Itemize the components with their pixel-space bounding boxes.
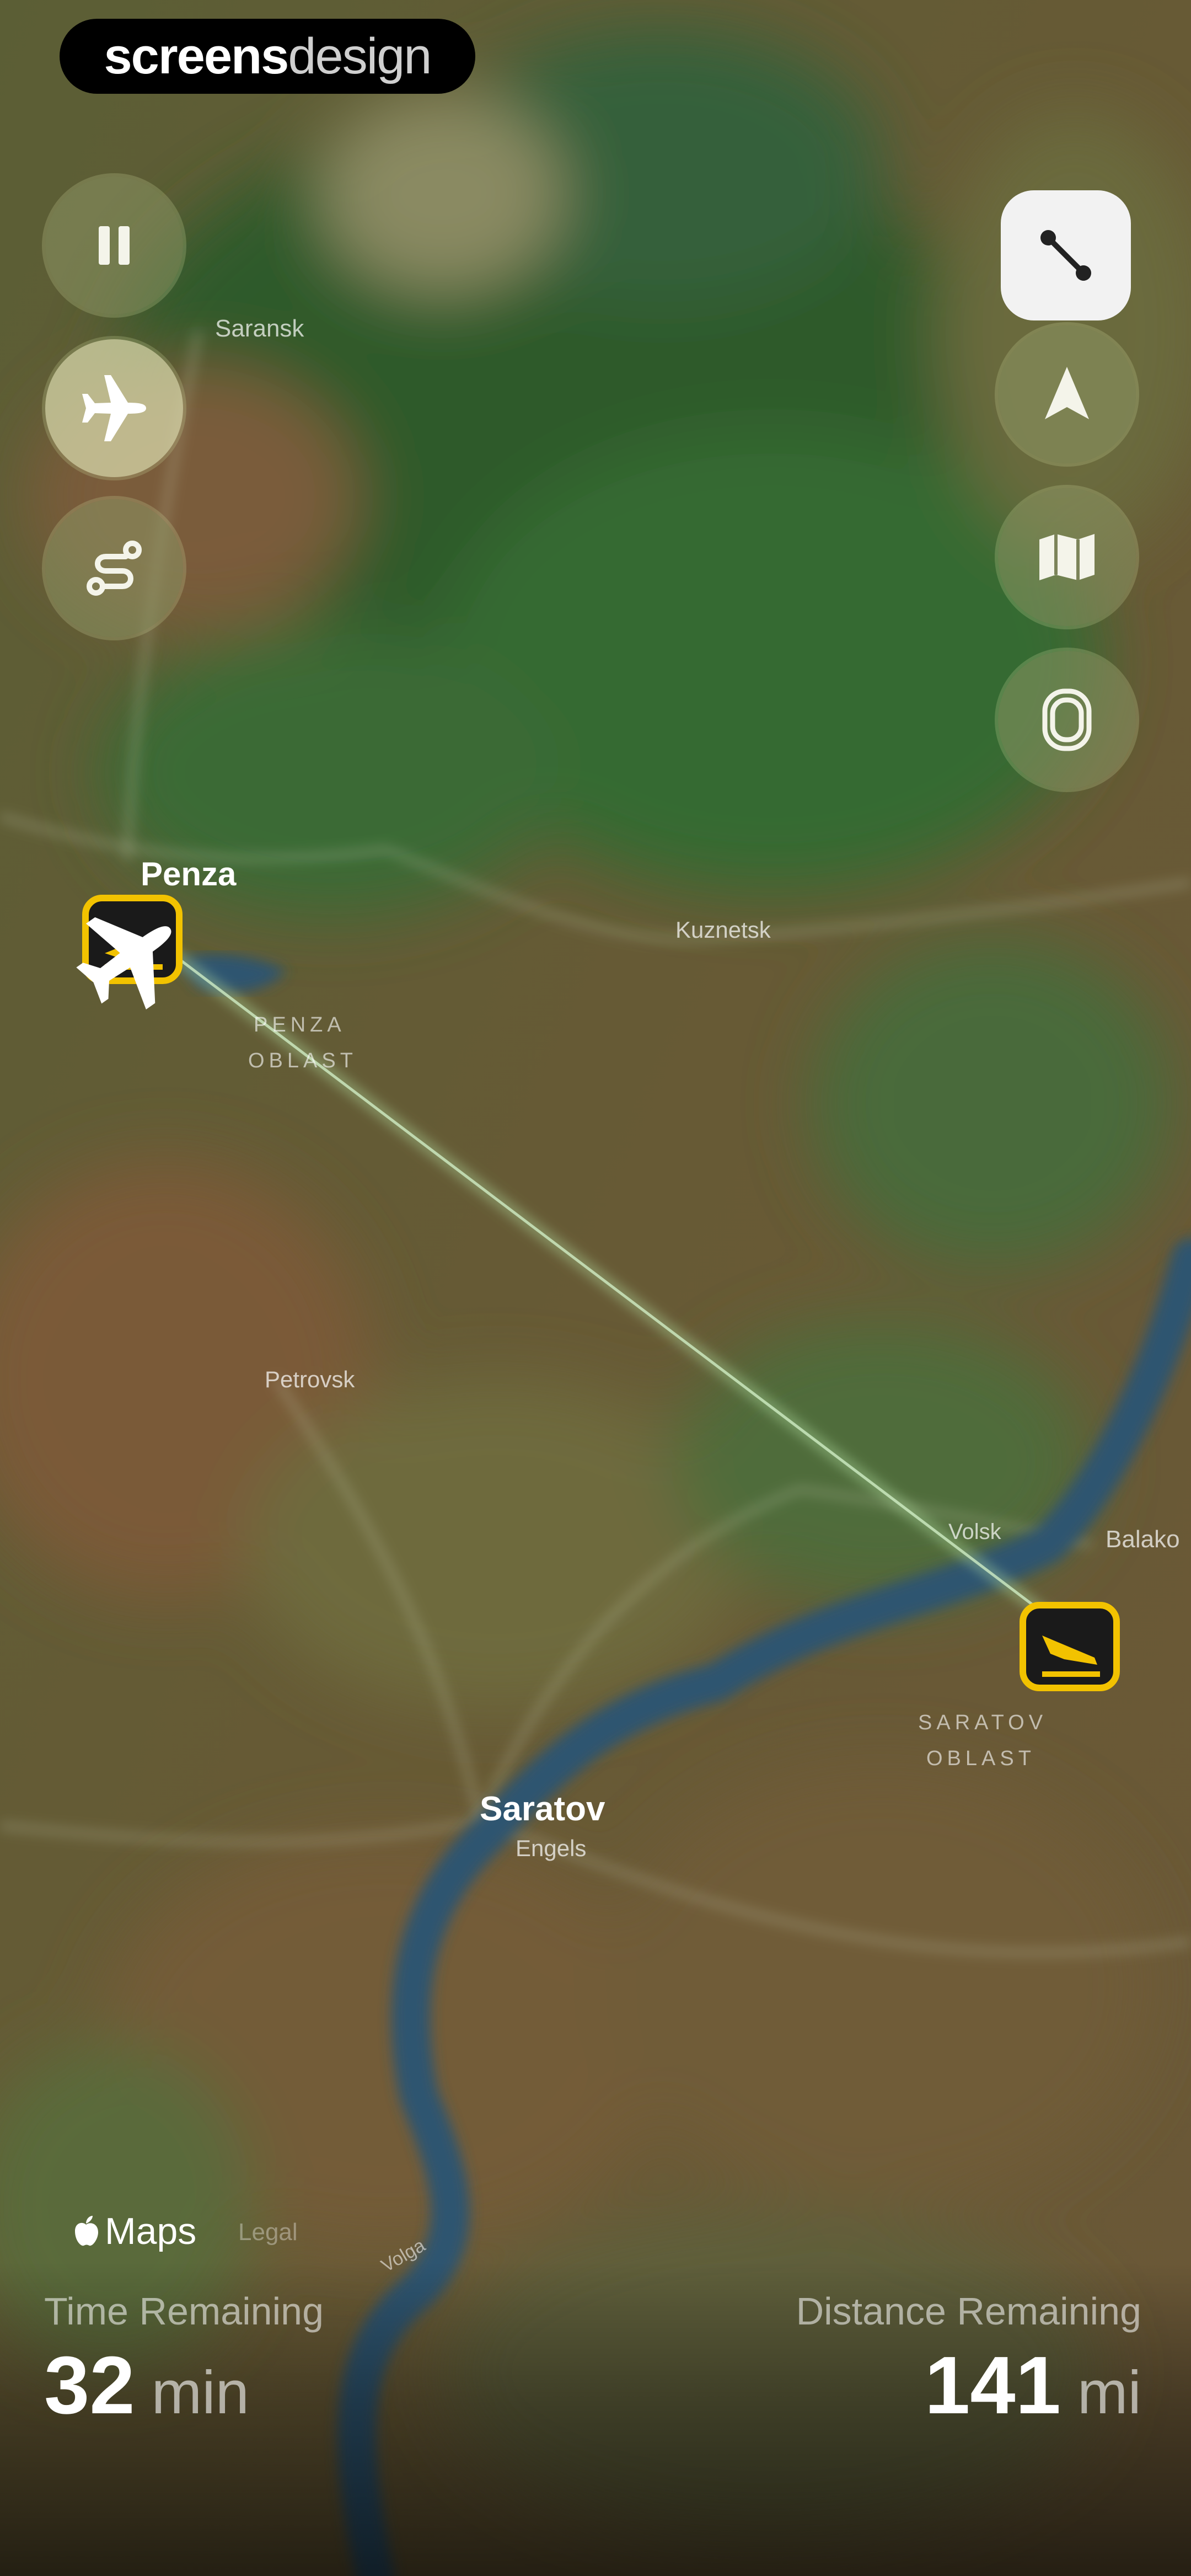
time-remaining-value: 32 bbox=[44, 2340, 135, 2431]
apple-logo-icon bbox=[75, 2216, 98, 2246]
pause-button[interactable] bbox=[45, 177, 183, 314]
distance-remaining-block: Distance Remaining 141 mi bbox=[796, 2289, 1141, 2433]
time-remaining-block: Time Remaining 32 min bbox=[44, 2289, 324, 2433]
pause-icon bbox=[99, 226, 130, 265]
region-saratov-line2: OBLAST bbox=[926, 1747, 1036, 1770]
city-saratov: Saratov bbox=[480, 1790, 605, 1828]
brand-part2: design bbox=[288, 28, 432, 84]
maps-attribution[interactable]: Maps bbox=[72, 2210, 196, 2253]
recenter-button[interactable] bbox=[998, 325, 1136, 463]
city-balako: Balako bbox=[1106, 1526, 1180, 1553]
map-icon bbox=[1039, 534, 1095, 580]
airplane-window-icon bbox=[1042, 688, 1092, 751]
window-view-button[interactable] bbox=[998, 651, 1136, 789]
region-saratov-line1: SARATOV bbox=[918, 1711, 1047, 1734]
city-engels: Engels bbox=[516, 1835, 586, 1861]
flight-path-icon bbox=[1040, 230, 1091, 281]
route-icon bbox=[87, 541, 142, 596]
watermark-badge: screens design bbox=[60, 19, 475, 94]
city-volsk: Volsk bbox=[948, 1520, 1002, 1544]
airplane-icon bbox=[82, 375, 146, 441]
distance-remaining-label: Distance Remaining bbox=[796, 2290, 1141, 2333]
city-saransk: Saransk bbox=[215, 315, 304, 342]
maps-label: Maps bbox=[105, 2210, 197, 2252]
city-penza: Penza bbox=[141, 856, 237, 892]
time-remaining-label: Time Remaining bbox=[44, 2290, 324, 2333]
flight-path-button[interactable] bbox=[1001, 190, 1131, 320]
arrival-airport-marker[interactable] bbox=[1020, 1602, 1120, 1691]
distance-remaining-unit: mi bbox=[1077, 2359, 1141, 2427]
distance-remaining-value: 141 bbox=[924, 2340, 1061, 2431]
city-kuznetsk: Kuznetsk bbox=[675, 917, 771, 943]
map-style-button[interactable] bbox=[998, 488, 1136, 626]
airplane-mode-button[interactable] bbox=[45, 339, 183, 477]
legal-link[interactable]: Legal bbox=[238, 2219, 298, 2246]
brand-part1: screens bbox=[104, 28, 289, 84]
region-penza-line2: OBLAST bbox=[248, 1049, 357, 1072]
navigation-arrow-icon bbox=[1045, 367, 1089, 419]
time-remaining-unit: min bbox=[151, 2359, 249, 2427]
city-petrovsk: Petrovsk bbox=[265, 1366, 355, 1392]
route-button[interactable] bbox=[45, 499, 183, 637]
region-penza-line1: PENZA bbox=[254, 1013, 346, 1036]
